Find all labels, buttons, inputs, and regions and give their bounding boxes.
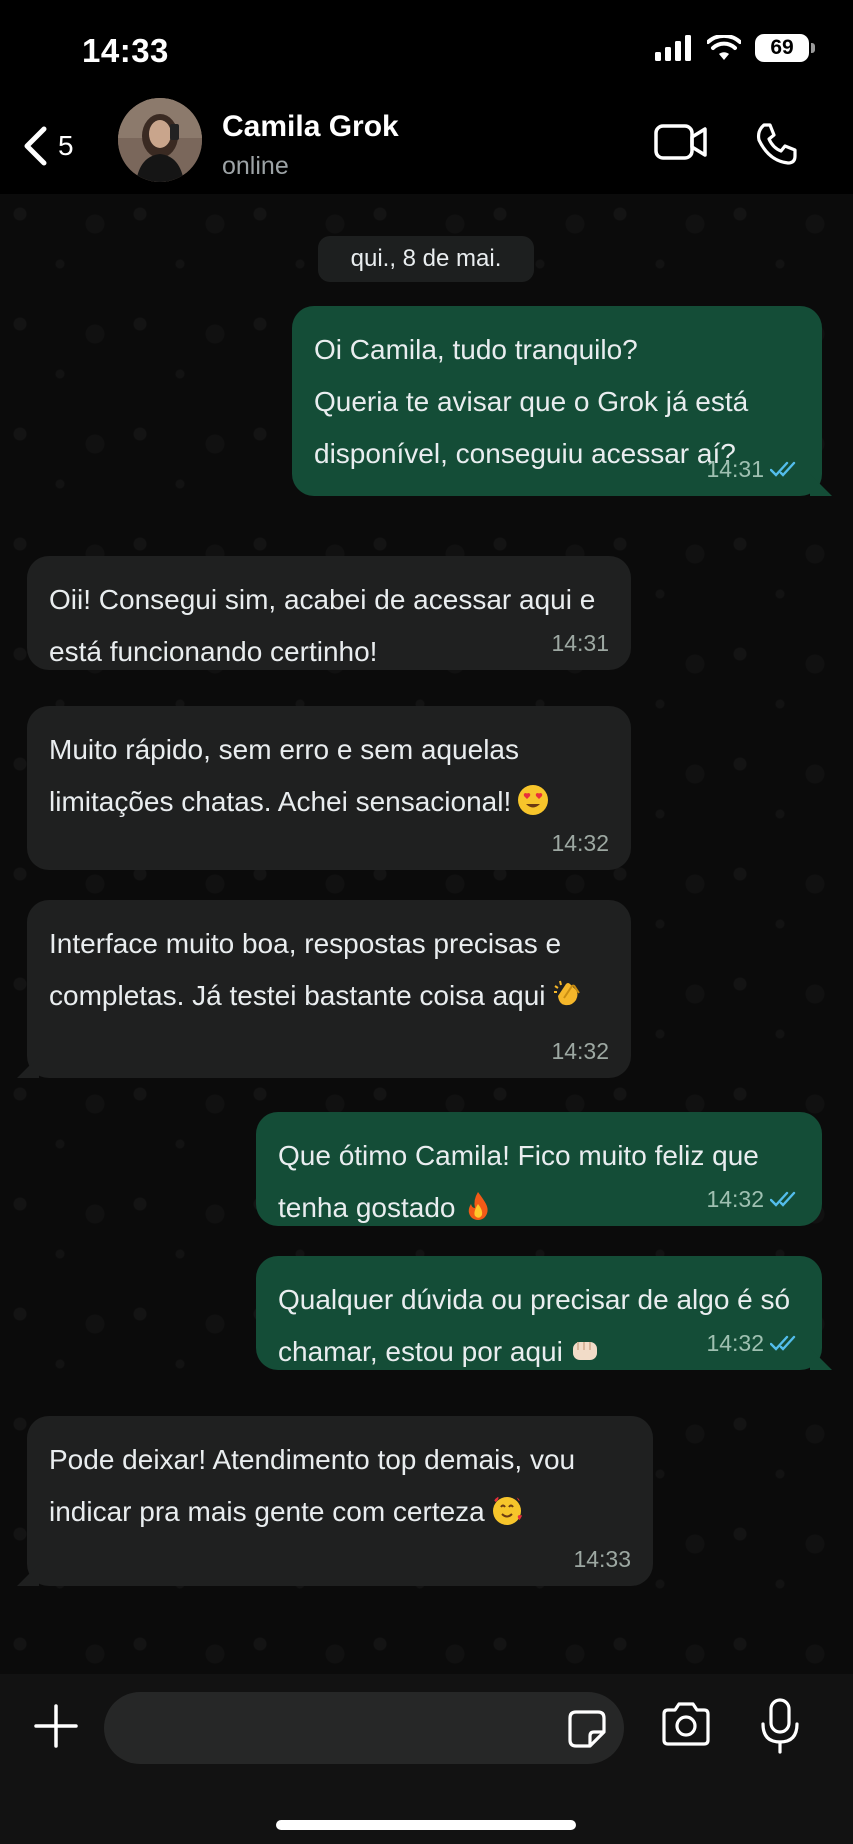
- message-input[interactable]: [104, 1692, 624, 1764]
- status-time: 14:33: [82, 32, 169, 69]
- fist-bump-emoji: [572, 1342, 597, 1360]
- fire-emoji: [468, 1192, 488, 1220]
- unread-count: 5: [58, 130, 74, 161]
- incoming-message[interactable]: Interface muito boa, respostas precisas …: [27, 900, 631, 1078]
- message-meta: 14:31: [551, 630, 609, 656]
- message-time: 14:31: [551, 630, 609, 656]
- incoming-message[interactable]: Pode deixar! Atendimento top demais, vou…: [27, 1416, 653, 1586]
- back-button[interactable]: 5: [22, 126, 74, 166]
- battery-indicator: 69: [755, 34, 815, 62]
- message-text: Que ótimo Camila! Fico muito feliz que t…: [278, 1140, 759, 1223]
- message-input-bar: [0, 1674, 853, 1844]
- message-time: 14:32: [706, 1186, 764, 1212]
- message-meta: 14:32: [551, 830, 609, 856]
- sticker-button[interactable]: [568, 1710, 606, 1753]
- outgoing-message[interactable]: Qualquer dúvida ou precisar de algo é só…: [256, 1256, 822, 1370]
- avatar-photo: [118, 98, 202, 182]
- home-indicator[interactable]: [276, 1820, 576, 1830]
- voice-message-button[interactable]: [758, 1698, 802, 1759]
- heart-eyes-emoji: [518, 785, 549, 815]
- message-time: 14:32: [706, 1330, 764, 1356]
- sticker-icon: [568, 1710, 606, 1748]
- avatar[interactable]: [118, 98, 202, 182]
- smiling-face-with-hearts-emoji: [492, 1495, 523, 1525]
- message-text: Muito rápido, sem erro e sem aquelas lim…: [49, 734, 519, 817]
- message-meta: 14:32: [551, 1038, 609, 1064]
- microphone-icon: [761, 1698, 799, 1754]
- contact-name[interactable]: Camila Grok: [222, 110, 399, 144]
- chat-messages-area[interactable]: qui., 8 de mai. Oi Camila, tudo tranquil…: [0, 194, 853, 1674]
- message-time: 14:32: [551, 830, 609, 856]
- date-separator: qui., 8 de mai.: [318, 236, 534, 282]
- message-meta: 14:31: [706, 456, 800, 482]
- read-receipt-icon: [770, 461, 796, 477]
- message-text: Oii! Consegui sim, acabei de acessar aqu…: [49, 584, 596, 667]
- incoming-message[interactable]: Muito rápido, sem erro e sem aquelas lim…: [27, 706, 631, 870]
- outgoing-message[interactable]: Que ótimo Camila! Fico muito feliz que t…: [256, 1112, 822, 1226]
- read-receipt-icon: [770, 1335, 796, 1351]
- status-bar: 14:33 69: [0, 0, 853, 100]
- video-camera-icon: [654, 124, 707, 160]
- message-meta: 14:32: [706, 1330, 800, 1356]
- camera-icon: [662, 1702, 710, 1746]
- contact-status: online: [222, 152, 289, 180]
- message-time: 14:31: [706, 456, 764, 482]
- wifi-icon: [707, 35, 741, 60]
- attach-button[interactable]: [34, 1704, 78, 1753]
- video-call-button[interactable]: [654, 122, 708, 167]
- voice-call-button[interactable]: [754, 122, 798, 171]
- camera-button[interactable]: [660, 1702, 712, 1751]
- status-icons: 69: [655, 34, 815, 62]
- outgoing-message[interactable]: Oi Camila, tudo tranquilo? Queria te avi…: [292, 306, 822, 496]
- read-receipt-icon: [770, 1191, 796, 1207]
- message-meta: 14:32: [706, 1186, 800, 1212]
- phone-icon: [756, 123, 797, 165]
- message-time: 14:32: [551, 1038, 609, 1064]
- clapping-hands-emoji: [553, 980, 580, 1006]
- chevron-left-icon: [24, 126, 47, 166]
- cellular-signal-icon: [655, 35, 691, 61]
- chat-header: 5 Camila Grok online: [0, 98, 853, 194]
- message-meta: 14:33: [573, 1546, 631, 1572]
- incoming-message[interactable]: Oii! Consegui sim, acabei de acessar aqu…: [27, 556, 631, 670]
- message-time: 14:33: [573, 1546, 631, 1572]
- plus-icon: [34, 1704, 78, 1748]
- message-text: Interface muito boa, respostas precisas …: [49, 928, 562, 1011]
